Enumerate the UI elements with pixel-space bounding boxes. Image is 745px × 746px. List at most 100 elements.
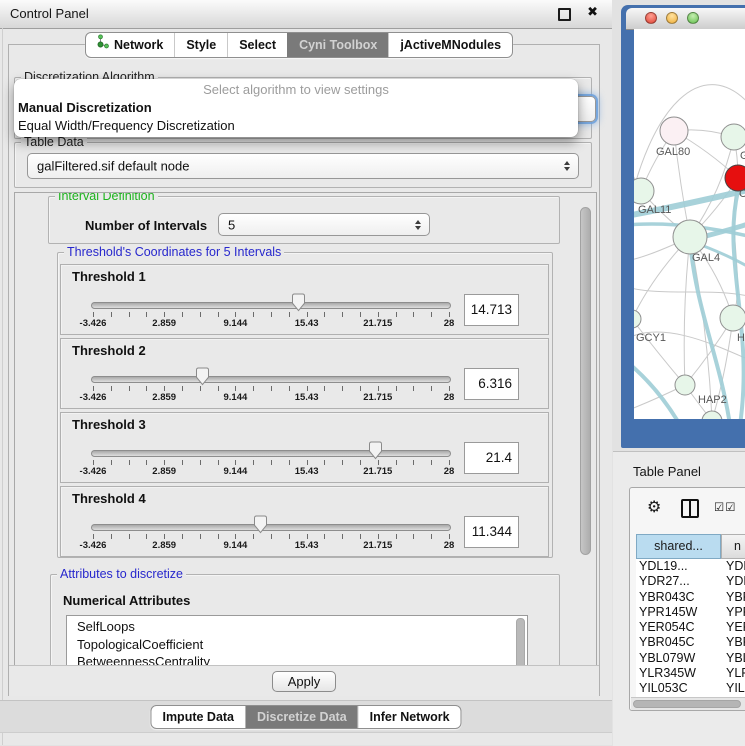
table-cell: YPR145W xyxy=(636,605,721,620)
table-cell: YIL053C xyxy=(636,681,721,696)
threshold-value-input[interactable]: 14.713 xyxy=(464,294,519,326)
thresholds-group: Threshold's Coordinates for 5 Intervals … xyxy=(57,252,553,558)
mode-tab-discretize-data[interactable]: Discretize Data xyxy=(245,706,358,728)
apply-strip: Apply xyxy=(9,665,599,696)
table-row[interactable]: YER054CYER0 xyxy=(636,620,745,635)
close-panel-icon[interactable]: ✖ xyxy=(587,5,598,20)
network-node-g[interactable] xyxy=(721,124,745,150)
threshold-label: Threshold 1 xyxy=(72,269,146,284)
tab-label: Style xyxy=(186,33,216,57)
table-cell: YER054C xyxy=(636,620,721,635)
mode-tab-infer-network[interactable]: Infer Network xyxy=(358,706,461,728)
network-view-window: GAL80GCGAL11GAL4GCY1HHAP2 xyxy=(621,5,745,448)
settings-scrollpane: Interval Definition Number of Intervals … xyxy=(14,192,597,666)
zoom-window-icon[interactable] xyxy=(687,12,699,24)
table-row[interactable]: YBR043CYBR0 xyxy=(636,590,745,605)
network-node-gal4[interactable] xyxy=(673,220,707,254)
tab-label: Cyni Toolbox xyxy=(299,33,377,57)
table-cell: YBR043C xyxy=(636,590,721,605)
threshold-slider-track[interactable] xyxy=(91,376,451,383)
tab-style[interactable]: Style xyxy=(174,33,227,57)
column-header-1[interactable]: shared... xyxy=(636,534,721,559)
table-cell: YLR345W xyxy=(636,666,721,681)
threshold-slider-track[interactable] xyxy=(91,450,451,457)
threshold-value-input[interactable]: 11.344 xyxy=(464,516,519,548)
list-scrollbar[interactable] xyxy=(516,618,525,666)
attribute-item-topologicalcoefficient[interactable]: TopologicalCoefficient xyxy=(67,636,527,654)
table-row[interactable]: YLR345WYLR3 xyxy=(636,666,745,681)
dropdown-option-manual-discretization[interactable]: Manual Discretization xyxy=(14,99,578,117)
slider-thumb[interactable] xyxy=(195,367,210,386)
number-of-intervals-select[interactable]: 5 xyxy=(218,213,430,236)
tab-label: Discretize Data xyxy=(257,706,347,728)
slider-thumb[interactable] xyxy=(291,293,306,312)
network-node-h[interactable] xyxy=(720,305,745,331)
table-row[interactable]: YIL053CYIL0 xyxy=(636,681,745,696)
table-cell: YDR27... xyxy=(636,574,721,589)
attributes-group: Attributes to discretize Numerical Attri… xyxy=(50,574,560,666)
table-cell: YPR1 xyxy=(721,605,745,620)
scrollbar-thumb[interactable] xyxy=(633,700,741,708)
network-window-titlebar[interactable] xyxy=(626,8,745,30)
horizontal-scrollbar[interactable] xyxy=(631,697,745,710)
mode-tab-impute-data[interactable]: Impute Data xyxy=(151,706,245,728)
algorithm-dropdown-popup: Select algorithm to view settings Manual… xyxy=(14,79,578,137)
cyni-mode-tabs: Impute Data Discretize Data Infer Network xyxy=(150,705,461,729)
panel-edge-line xyxy=(2,28,3,745)
tab-network[interactable]: Network xyxy=(86,33,174,57)
dropdown-placeholder-option[interactable]: Select algorithm to view settings xyxy=(14,79,578,99)
attribute-item-selfloops[interactable]: SelfLoops xyxy=(67,616,527,636)
node-label: HAP2 xyxy=(698,394,727,406)
minimize-window-icon[interactable] xyxy=(666,12,678,24)
network-node-hap2[interactable] xyxy=(675,375,695,395)
interval-definition-group: Interval Definition Number of Intervals … xyxy=(48,196,560,244)
table-row[interactable]: YPR145WYPR1 xyxy=(636,605,745,620)
table-cell: YBL079W xyxy=(636,651,721,666)
threshold-slider-track[interactable] xyxy=(91,302,451,309)
node-label: H xyxy=(737,332,745,344)
network-node-gal80[interactable] xyxy=(660,117,688,145)
slider-thumb[interactable] xyxy=(253,515,268,534)
table-row[interactable]: YBR045CYBR0 xyxy=(636,635,745,650)
threshold-panel-4: Threshold 4-3.4262.8599.14415.4321.71528… xyxy=(60,486,549,557)
table-data-group: Table Data galFiltered.sif default node xyxy=(14,142,592,188)
apply-button[interactable]: Apply xyxy=(272,671,336,692)
checkbox-icons[interactable]: ☑☑ xyxy=(714,500,737,514)
table-row[interactable]: YBL079WYBL0 xyxy=(636,651,745,666)
table-cell: YLR3 xyxy=(721,666,745,681)
dropdown-option-equal-width-frequency-discretization[interactable]: Equal Width/Frequency Discretization xyxy=(14,117,578,135)
tab-cyni-toolbox[interactable]: Cyni Toolbox xyxy=(287,33,388,57)
table-rows: YDL19...YDL1YDR27...YDR2YBR043CYBR0YPR14… xyxy=(636,559,745,697)
tab-jactivemnodules[interactable]: jActiveMNodules xyxy=(388,33,512,57)
node-label: GAL4 xyxy=(692,252,720,264)
float-window-icon[interactable] xyxy=(558,8,571,21)
table-data-select[interactable]: galFiltered.sif default node xyxy=(27,153,579,179)
table-cell: YBR0 xyxy=(721,635,745,650)
tab-label: Impute Data xyxy=(162,706,234,728)
control-panel-tabs: Network Style Select Cyni Toolbox jActiveMNo… xyxy=(85,32,513,58)
network-tree-icon xyxy=(97,33,109,57)
slider-thumb[interactable] xyxy=(368,441,383,460)
gear-icon[interactable]: ⚙ xyxy=(647,497,661,516)
vertical-scrollbar[interactable] xyxy=(580,207,591,555)
network-node-gcy1[interactable] xyxy=(634,310,641,328)
threshold-value-input[interactable]: 21.4 xyxy=(464,442,519,474)
table-cell: YER0 xyxy=(721,620,745,635)
table-row[interactable]: YDR27...YDR2 xyxy=(636,574,745,589)
split-columns-icon[interactable] xyxy=(681,499,699,518)
cyni-mode-strip: Impute Data Discretize Data Infer Network xyxy=(0,700,612,733)
table-data-value: galFiltered.sif default node xyxy=(37,159,189,174)
column-header-2[interactable]: n xyxy=(721,534,745,559)
table-row[interactable]: YDL19...YDL1 xyxy=(636,559,745,574)
threshold-value-input[interactable]: 6.316 xyxy=(464,368,519,400)
cyni-toolbox-panel: Discretization Algorithm Table Data galF… xyxy=(8,44,600,696)
tab-select[interactable]: Select xyxy=(227,33,287,57)
panel-title: Control Panel xyxy=(10,6,89,21)
table-cell: YDL1 xyxy=(721,559,745,574)
numerical-attributes-list[interactable]: SelfLoopsTopologicalCoefficientBetweenne… xyxy=(66,615,528,666)
close-window-icon[interactable] xyxy=(645,12,657,24)
network-canvas[interactable]: GAL80GCGAL11GAL4GCY1HHAP2 xyxy=(634,29,745,419)
threshold-slider-track[interactable] xyxy=(91,524,451,531)
network-node-gal11[interactable] xyxy=(634,178,654,204)
table-cell: YDR2 xyxy=(721,574,745,589)
